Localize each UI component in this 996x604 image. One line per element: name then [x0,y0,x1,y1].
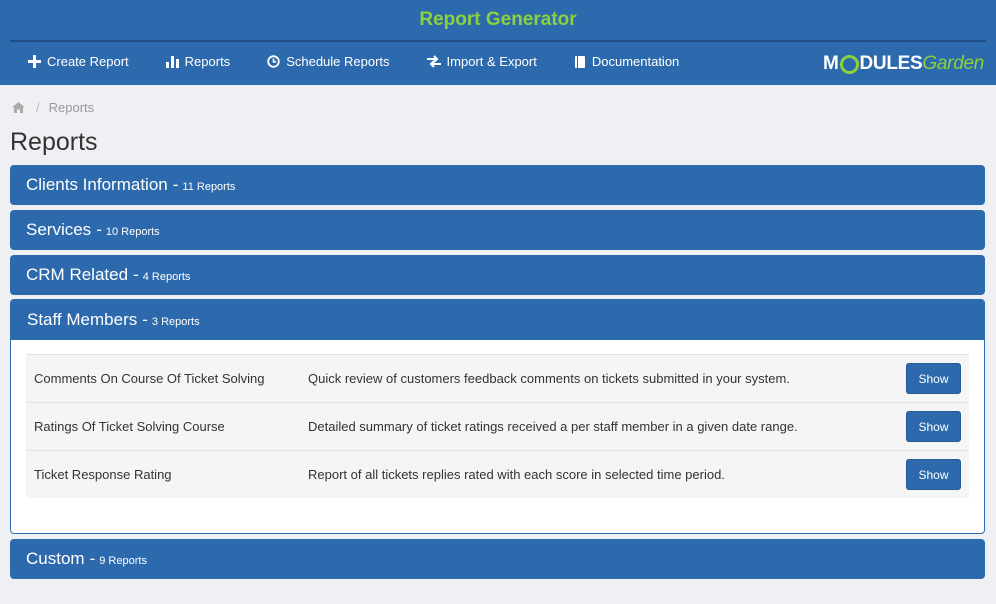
book-icon [574,55,585,68]
category-panel-services: Services - 10 Reports [10,210,985,250]
breadcrumb-current: Reports [48,100,95,115]
nav-schedule-reports[interactable]: Schedule Reports [267,54,390,69]
category-dash: - [96,220,102,239]
category-count: 3 Reports [151,316,200,328]
logo-text-m: M [822,53,839,74]
report-row: Comments On Course Of Ticket Solving Qui… [26,354,969,402]
nav-documentation[interactable]: Documentation [574,54,679,69]
category-count: 10 Reports [105,226,160,238]
category-name: Custom [26,549,85,568]
category-panel-custom: Custom - 9 Reports [10,539,985,579]
category-header[interactable]: Services - 10 Reports [10,210,985,250]
nav-create-report[interactable]: Create Report [28,54,129,69]
category-name: Services [26,220,92,239]
nav-label: Documentation [591,54,680,69]
plus-icon [28,55,41,68]
category-count: 4 Reports [142,271,191,283]
show-report-button[interactable]: Show [906,411,961,442]
report-description: Report of all tickets replies rated with… [308,467,725,482]
nav-label: Create Report [47,54,129,69]
logo-text-garden: Garden [922,53,984,74]
category-header[interactable]: CRM Related - 4 Reports [10,255,985,295]
nav-label: Schedule Reports [286,54,390,69]
logo-text-dules: DULES [859,53,923,74]
exchange-icon [426,55,441,68]
app-title: Report Generator [419,9,577,30]
category-dash: - [89,549,96,568]
nav-reports[interactable]: Reports [165,54,231,69]
category-panel-staff: Staff Members - 3 Reports Comments On Cou… [10,299,985,534]
category-name: CRM Related [26,265,129,284]
bar-chart-icon [165,55,179,68]
report-list: Comments On Course Of Ticket Solving Qui… [11,340,984,532]
report-name: Ratings Of Ticket Solving Course [34,419,225,434]
home-icon[interactable] [12,102,25,113]
category-count: 9 Reports [99,555,147,567]
category-header[interactable]: Clients Information - 11 Reports [10,165,985,205]
category-dash: - [172,175,179,194]
report-description: Detailed summary of ticket ratings recei… [308,419,798,434]
category-name: Clients Information [26,175,168,194]
category-dash: - [142,310,148,329]
report-row: Ticket Response Rating Report of all tic… [26,450,969,498]
breadcrumb: / Reports [12,100,94,115]
logo-globe-icon [839,54,859,74]
category-dash: - [133,265,139,284]
nav-import-export[interactable]: Import & Export [426,54,537,69]
report-name: Ticket Response Rating [34,467,172,482]
nav-label: Import & Export [446,54,537,69]
main-nav: Create Report Reports Schedule Reports I… [28,54,716,69]
top-header: Report Generator Create Report Reports S… [0,0,996,85]
category-panel-clients: Clients Information - 11 Reports [10,165,985,205]
category-name: Staff Members [27,310,138,329]
show-report-button[interactable]: Show [906,459,961,490]
category-header[interactable]: Custom - 9 Reports [10,539,985,579]
show-report-button[interactable]: Show [906,363,961,394]
report-row: Ratings Of Ticket Solving Course Detaile… [26,402,969,450]
modulesgarden-logo[interactable]: M DULES Garden [823,53,984,75]
breadcrumb-separator: / [36,100,40,115]
page-title: Reports [10,128,98,156]
nav-label: Reports [184,54,231,69]
clock-icon [267,55,280,68]
header-divider [10,40,986,42]
category-header[interactable]: Staff Members - 3 Reports [11,300,984,340]
report-description: Quick review of customers feedback comme… [308,371,790,386]
category-panel-crm: CRM Related - 4 Reports [10,255,985,295]
report-name: Comments On Course Of Ticket Solving [34,371,265,386]
category-count: 11 Reports [182,181,236,193]
